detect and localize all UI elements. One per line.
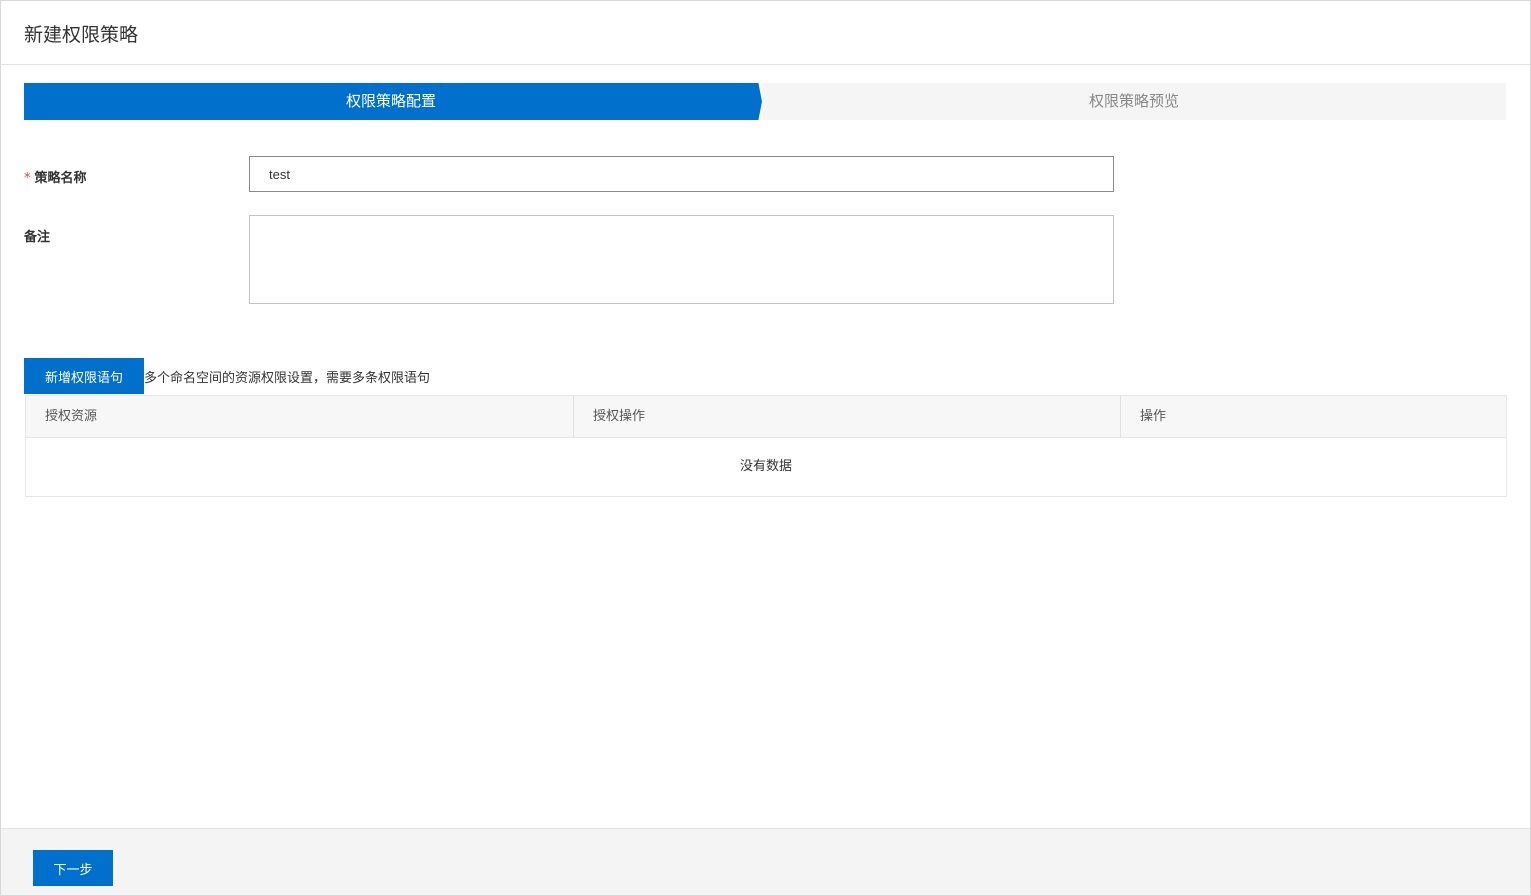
next-button[interactable]: 下一步: [33, 850, 113, 886]
note-textarea[interactable]: [249, 215, 1114, 304]
policy-name-label-text: 策略名称: [34, 171, 87, 186]
page-title: 新建权限策略: [24, 24, 139, 46]
table-header: 授权资源 授权操作 操作: [26, 396, 1506, 438]
statement-hint: 多个命名空间的资源权限设置，需要多条权限语句: [144, 371, 431, 386]
column-header-action: 授权操作: [573, 396, 1120, 437]
required-mark: *: [24, 171, 31, 186]
column-header-operation: 操作: [1120, 396, 1506, 437]
policy-name-input[interactable]: [249, 156, 1114, 192]
dialog: 新建权限策略 权限策略配置 权限策略预览 *策略名称 备注 新增权限语句 多个命…: [0, 0, 1531, 896]
step-policy-preview[interactable]: 权限策略预览: [762, 83, 1506, 120]
step-policy-config[interactable]: 权限策略配置: [24, 83, 758, 120]
dialog-header: 新建权限策略: [1, 1, 1530, 65]
add-statement-button[interactable]: 新增权限语句: [24, 358, 144, 394]
statements-table: 授权资源 授权操作 操作 没有数据: [25, 395, 1507, 497]
step-arrow: [754, 83, 762, 120]
column-header-resource: 授权资源: [45, 409, 98, 424]
note-label: 备注: [24, 230, 51, 245]
policy-name-label: * 策略名称: [24, 167, 87, 186]
step-indicator: 权限策略配置 权限策略预览: [24, 83, 1506, 120]
dialog-footer: 下一步: [1, 828, 1530, 895]
empty-state: 没有数据: [739, 459, 792, 474]
